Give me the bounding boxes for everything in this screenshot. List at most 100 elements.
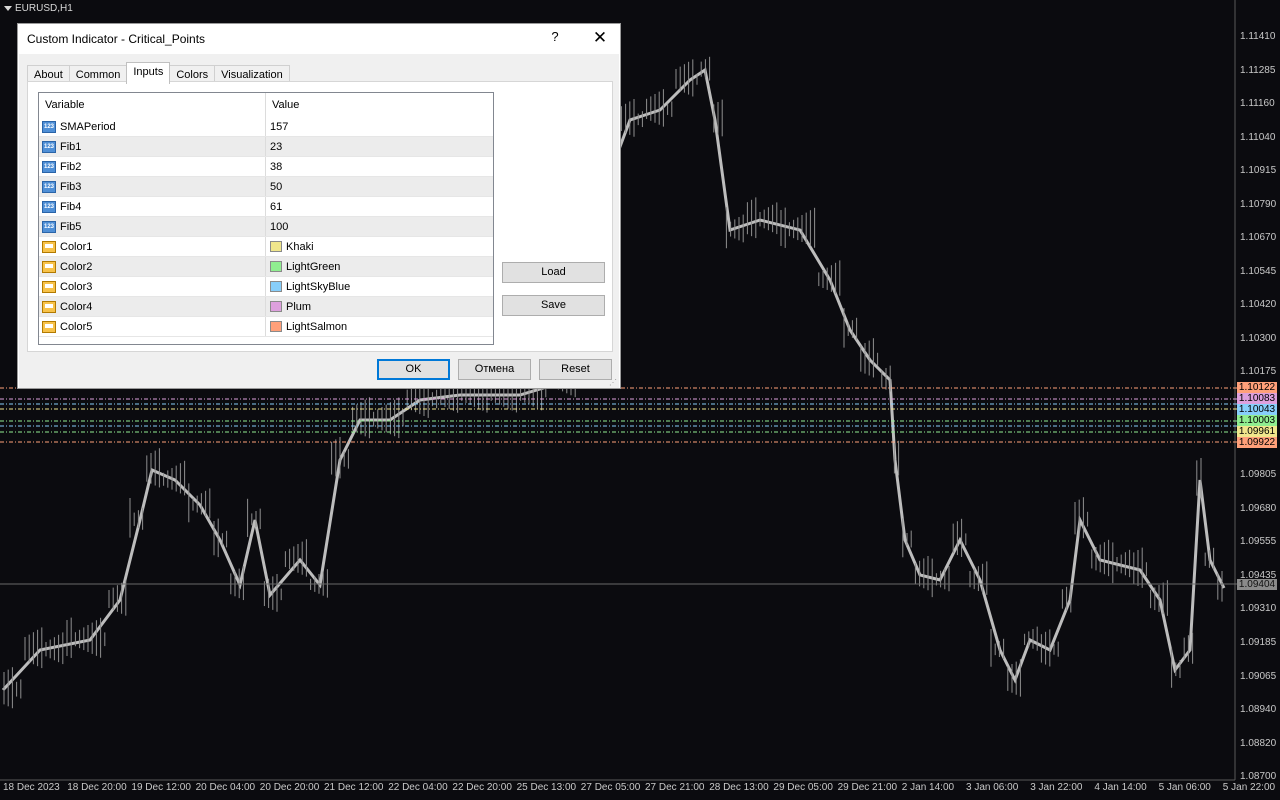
resize-grip-icon[interactable]: ⋰	[609, 378, 617, 387]
variable-cell: 123 Fib5	[39, 217, 266, 236]
price-axis-label: 1.09680	[1240, 502, 1277, 514]
color-swatch	[270, 301, 282, 312]
variable-cell: Color5	[39, 317, 266, 336]
save-button[interactable]: Save	[502, 295, 605, 316]
value-text: 61	[270, 200, 283, 213]
table-row[interactable]: Color3 LightSkyBlue	[39, 277, 493, 297]
value-cell[interactable]: 50	[266, 177, 493, 196]
value-text: Khaki	[286, 240, 314, 253]
price-axis-label: 1.11040	[1240, 131, 1276, 143]
value-cell[interactable]: 23	[266, 137, 493, 156]
close-icon[interactable]: ✕	[591, 28, 609, 48]
value-cell[interactable]: 100	[266, 217, 493, 236]
price-axis-label: 1.09310	[1240, 603, 1277, 615]
value-cell[interactable]: 61	[266, 197, 493, 216]
date-axis-label: 25 Dec 13:00	[516, 782, 577, 793]
help-button[interactable]: ?	[548, 29, 562, 47]
date-axis-label: 18 Dec 20:00	[67, 782, 127, 793]
variable-name: Color2	[60, 260, 93, 273]
price-axis-label: 1.10175	[1240, 366, 1277, 377]
date-axis-label: 4 Jan 14:00	[1094, 782, 1147, 793]
inputs-rows: 123 SMAPeriod 157 123 Fib1 23 123 Fib2 38 123 Fib3…	[39, 117, 493, 337]
price-axis-label: 1.10420	[1240, 299, 1277, 310]
dialog-title: Custom Indicator - Critical_Points	[27, 32, 206, 46]
variable-name: Fib1	[60, 140, 82, 153]
value-text: 50	[270, 180, 283, 193]
price-axis-label: 1.11410	[1240, 31, 1276, 42]
ok-button[interactable]: OK	[377, 359, 450, 380]
price-axis-label: 1.10300	[1240, 332, 1277, 344]
cancel-button[interactable]: Отмена	[458, 359, 531, 380]
table-row[interactable]: 123 SMAPeriod 157	[39, 117, 493, 137]
color-icon	[42, 280, 56, 293]
chart-symbol-label[interactable]: EURUSD,H1	[4, 3, 73, 14]
column-value[interactable]: Value	[266, 93, 299, 117]
table-row[interactable]: Color4 Plum	[39, 297, 493, 317]
color-icon	[42, 320, 56, 333]
value-cell[interactable]: Khaki	[266, 237, 493, 256]
date-axis-label: 29 Dec 21:00	[837, 782, 898, 793]
price-axis-label: 1.10915	[1240, 165, 1277, 176]
value-cell[interactable]: LightSkyBlue	[266, 277, 493, 296]
price-axis-label: 1.08700	[1240, 771, 1277, 783]
variable-name: Color1	[60, 240, 93, 253]
current-price-tag: 1.09404	[1237, 579, 1277, 590]
inputs-table: Variable Value 123 SMAPeriod 157 123 Fib1 23 1…	[38, 92, 494, 345]
date-axis-label: 20 Dec 20:00	[259, 782, 320, 793]
numeric-icon: 123	[42, 200, 56, 213]
table-row[interactable]: Color2 LightGreen	[39, 257, 493, 277]
value-cell[interactable]: 38	[266, 157, 493, 176]
numeric-icon: 123	[42, 180, 56, 193]
variable-cell: 123 Fib4	[39, 197, 266, 216]
level-price-tag: 1.09922	[1237, 437, 1277, 448]
dropdown-triangle-icon	[4, 6, 12, 11]
price-axis-label: 1.09185	[1240, 637, 1277, 648]
value-text: 157	[270, 120, 289, 133]
variable-cell: Color1	[39, 237, 266, 256]
load-button[interactable]: Load	[502, 262, 605, 283]
table-row[interactable]: 123 Fib1 23	[39, 137, 493, 157]
price-axis-label: 1.08940	[1240, 704, 1277, 716]
value-text: 100	[270, 220, 289, 233]
table-row[interactable]: 123 Fib5 100	[39, 217, 493, 237]
price-axis-label: 1.11285	[1240, 64, 1276, 76]
value-cell[interactable]: 157	[266, 117, 493, 136]
date-axis-label: 29 Dec 05:00	[773, 782, 833, 793]
table-row[interactable]: 123 Fib3 50	[39, 177, 493, 197]
date-axis-label: 2 Jan 14:00	[901, 782, 955, 793]
variable-name: Fib2	[60, 160, 82, 173]
table-row[interactable]: Color5 LightSalmon	[39, 317, 493, 337]
level-price-tag: 1.10083	[1237, 393, 1277, 404]
level-price-tag: 1.09961	[1237, 426, 1277, 437]
date-axis-label: 28 Dec 13:00	[709, 782, 769, 793]
table-row[interactable]: 123 Fib4 61	[39, 197, 493, 217]
table-row[interactable]: 123 Fib2 38	[39, 157, 493, 177]
date-axis-label: 5 Jan 22:00	[1222, 782, 1276, 793]
inputs-panel: Variable Value 123 SMAPeriod 157 123 Fib1 23 1…	[27, 81, 613, 352]
table-row[interactable]: Color1 Khaki	[39, 237, 493, 257]
value-cell[interactable]: LightGreen	[266, 257, 493, 276]
level-price-tag: 1.10122	[1237, 382, 1277, 393]
price-axis-label: 1.10790	[1240, 198, 1277, 210]
color-icon	[42, 240, 56, 253]
color-swatch	[270, 241, 282, 252]
reset-button[interactable]: Reset	[539, 359, 612, 380]
indicator-dialog: Custom Indicator - Critical_Points ? ✕ A…	[17, 23, 621, 389]
numeric-icon: 123	[42, 220, 56, 233]
level-price-tag: 1.10043	[1237, 404, 1277, 415]
variable-name: Color5	[60, 320, 93, 333]
date-axis-label: 22 Dec 04:00	[388, 782, 448, 793]
value-text: Plum	[286, 300, 312, 313]
variable-cell: Color3	[39, 277, 266, 296]
value-text: 23	[270, 140, 283, 153]
value-cell[interactable]: LightSalmon	[266, 317, 493, 336]
value-cell[interactable]: Plum	[266, 297, 493, 316]
variable-name: Color3	[60, 280, 93, 293]
variable-name: Color4	[60, 300, 93, 313]
tab-inputs[interactable]: Inputs	[126, 62, 171, 84]
price-axis-label: 1.08820	[1240, 737, 1277, 749]
variable-name: SMAPeriod	[60, 120, 116, 133]
column-variable[interactable]: Variable	[39, 93, 266, 117]
color-icon	[42, 260, 56, 273]
numeric-icon: 123	[42, 160, 56, 173]
